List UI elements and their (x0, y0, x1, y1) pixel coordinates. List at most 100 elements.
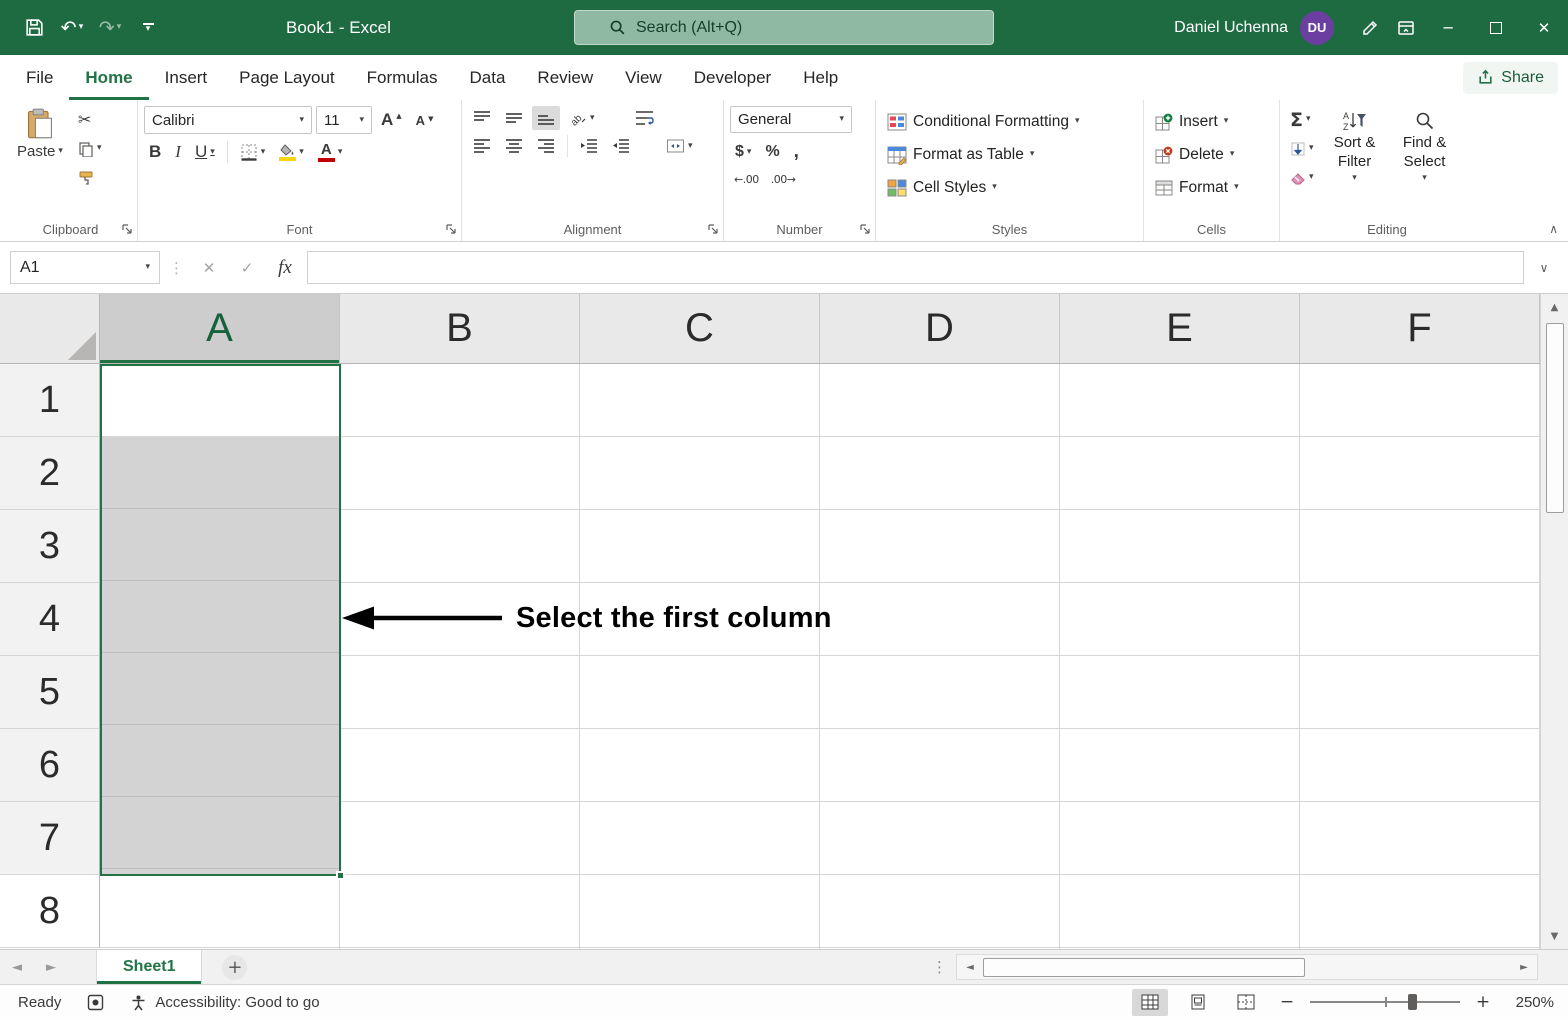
next-sheet-button[interactable]: ► (34, 960, 68, 975)
fill-color-button[interactable]: ▾ (274, 141, 309, 164)
zoom-slider-thumb[interactable] (1407, 994, 1417, 1010)
column-header-f[interactable]: F (1300, 294, 1540, 363)
name-box[interactable]: A1 ▾ (10, 251, 160, 284)
font-size-combo[interactable]: 11 ▾ (316, 106, 372, 134)
tab-home[interactable]: Home (69, 55, 148, 100)
column-header-a[interactable]: A (100, 294, 340, 363)
align-left-button[interactable] (468, 135, 496, 157)
customize-quick-access-toolbar-button[interactable]: ▾ (130, 10, 166, 46)
scroll-down-button[interactable]: ▼ (1541, 923, 1568, 949)
scroll-right-button[interactable]: ► (1511, 955, 1537, 979)
top-align-button[interactable] (468, 106, 496, 130)
comma-style-button[interactable]: , (789, 138, 804, 166)
format-as-table-button[interactable]: Format as Table ▾ (882, 139, 1137, 170)
save-button[interactable] (16, 10, 52, 46)
page-layout-view-button[interactable] (1180, 989, 1216, 1016)
column-header-d[interactable]: D (820, 294, 1060, 363)
column-header-b[interactable]: B (340, 294, 580, 363)
ribbon-display-options-button[interactable] (1388, 10, 1424, 46)
increase-indent-button[interactable] (607, 135, 635, 157)
vertical-scrollbar-thumb[interactable] (1545, 323, 1564, 513)
sheet-tab-sheet1[interactable]: Sheet1 (96, 950, 203, 984)
normal-view-button[interactable] (1132, 988, 1168, 1016)
font-name-combo[interactable]: Calibri ▾ (144, 106, 312, 134)
row-header-3[interactable]: 3 (0, 510, 100, 583)
new-sheet-button[interactable]: + (222, 954, 248, 980)
formula-bar-drag-handle[interactable]: ⋮ (166, 259, 187, 277)
undo-button[interactable]: ↶ ▾ (54, 10, 90, 46)
conditional-formatting-button[interactable]: Conditional Formatting ▾ (882, 106, 1137, 137)
tab-insert[interactable]: Insert (149, 55, 224, 100)
row-header-8[interactable]: 8 (0, 875, 100, 948)
tab-formulas[interactable]: Formulas (351, 55, 454, 100)
tab-developer[interactable]: Developer (678, 55, 788, 100)
zoom-level[interactable]: 250% (1506, 994, 1554, 1011)
select-all-button[interactable] (0, 294, 100, 364)
bottom-align-button[interactable] (532, 106, 560, 130)
search-box[interactable]: Search (Alt+Q) (574, 10, 994, 45)
format-cells-button[interactable]: Format ▾ (1150, 172, 1273, 203)
align-right-button[interactable] (532, 135, 560, 157)
clear-button[interactable]: ▾ (1286, 164, 1318, 191)
cell-styles-button[interactable]: Cell Styles ▾ (882, 172, 1137, 203)
accounting-format-button[interactable]: $ ▾ (730, 140, 756, 164)
bold-button[interactable]: B (144, 139, 166, 165)
collapse-ribbon-button[interactable]: ∧ (1549, 222, 1558, 236)
underline-button[interactable]: U ▾ (190, 139, 220, 165)
row-header-6[interactable]: 6 (0, 729, 100, 802)
column-header-c[interactable]: C (580, 294, 820, 363)
close-button[interactable]: ✕ (1520, 0, 1568, 55)
scroll-left-button[interactable]: ◄ (957, 955, 983, 979)
tab-file[interactable]: File (10, 55, 69, 100)
row-header-5[interactable]: 5 (0, 656, 100, 729)
delete-cells-button[interactable]: Delete ▾ (1150, 139, 1273, 170)
zoom-in-button[interactable]: + (1472, 992, 1494, 1012)
user-name[interactable]: Daniel Uchenna (1174, 19, 1288, 37)
fill-button[interactable]: ▾ (1286, 135, 1318, 162)
cell-grid[interactable]: Select the first column (100, 364, 1540, 949)
insert-cells-button[interactable]: Insert ▾ (1150, 106, 1273, 137)
format-painter-button[interactable] (74, 164, 106, 191)
expand-formula-bar-button[interactable]: ∨ (1530, 261, 1558, 275)
zoom-out-button[interactable]: − (1276, 992, 1298, 1012)
share-button[interactable]: Share (1463, 61, 1558, 94)
maximize-button[interactable] (1472, 0, 1520, 55)
tab-page-layout[interactable]: Page Layout (223, 55, 350, 100)
number-dialog-launcher[interactable] (859, 223, 871, 235)
font-color-button[interactable]: A ▾ (313, 139, 348, 165)
increase-decimal-button[interactable]: ←.00 (730, 171, 763, 188)
font-dialog-launcher[interactable] (445, 223, 457, 235)
tab-data[interactable]: Data (454, 55, 522, 100)
clipboard-dialog-launcher[interactable] (121, 223, 133, 235)
accessibility-status[interactable]: Accessibility: Good to go (130, 994, 320, 1011)
previous-sheet-button[interactable]: ◄ (0, 960, 34, 975)
macro-record-button[interactable] (87, 994, 104, 1011)
percent-style-button[interactable]: % (760, 140, 784, 164)
tab-split-handle[interactable]: ⋮ (932, 958, 947, 976)
fill-handle[interactable] (336, 871, 345, 880)
minimize-button[interactable]: ─ (1424, 0, 1472, 55)
wrap-text-button[interactable] (630, 106, 659, 130)
copy-button[interactable]: ▾ (74, 135, 106, 162)
find-select-button[interactable]: Find & Select ▾ (1392, 106, 1458, 217)
page-break-preview-button[interactable] (1228, 989, 1264, 1016)
enter-button[interactable]: ✓ (231, 252, 263, 284)
scroll-up-button[interactable]: ▲ (1541, 294, 1568, 320)
horizontal-scrollbar[interactable]: ◄ ► (956, 954, 1538, 980)
orientation-button[interactable]: ab ▾ (564, 106, 600, 130)
avatar[interactable]: DU (1300, 10, 1334, 45)
inking-button[interactable] (1352, 10, 1388, 46)
tab-review[interactable]: Review (521, 55, 609, 100)
row-header-2[interactable]: 2 (0, 437, 100, 510)
decrease-decimal-button[interactable]: .00→ (767, 171, 800, 188)
column-header-e[interactable]: E (1060, 294, 1300, 363)
alignment-dialog-launcher[interactable] (707, 223, 719, 235)
insert-function-button[interactable]: fx (269, 252, 301, 284)
cut-button[interactable]: ✂ (74, 106, 106, 133)
row-header-4[interactable]: 4 (0, 583, 100, 656)
borders-button[interactable]: ▾ (235, 140, 271, 164)
italic-button[interactable]: I (170, 139, 186, 165)
merge-center-button[interactable]: ▾ (661, 135, 698, 157)
horizontal-scrollbar-thumb[interactable] (983, 957, 1305, 977)
cancel-button[interactable]: ✕ (193, 252, 225, 284)
